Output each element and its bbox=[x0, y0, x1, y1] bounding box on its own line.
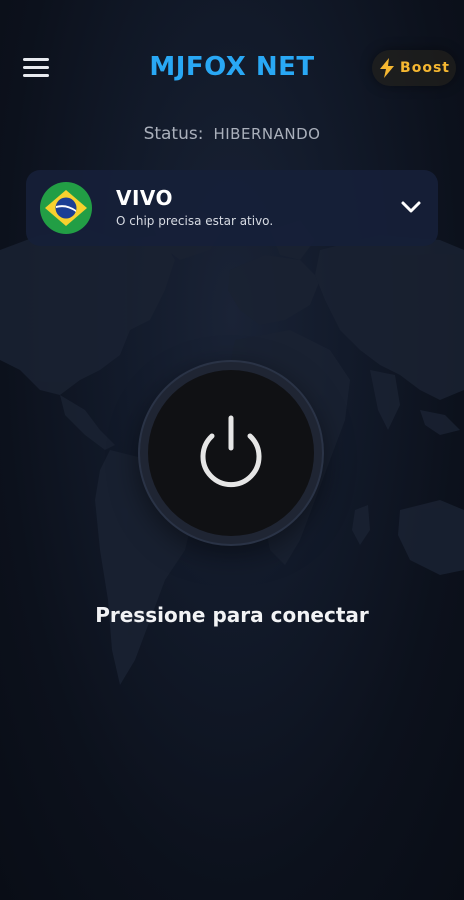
status-row: Status: HIBERNANDO bbox=[0, 124, 464, 144]
server-subtitle: O chip precisa estar ativo. bbox=[116, 214, 274, 228]
app-screen: MJFOX NET Boost Status: HIBERNANDO VIVO O… bbox=[0, 0, 464, 900]
top-bar: MJFOX NET Boost bbox=[0, 0, 464, 110]
hamburger-menu-icon[interactable] bbox=[18, 52, 56, 84]
connect-prompt: Pressione para conectar bbox=[95, 603, 369, 627]
connect-power-button[interactable] bbox=[140, 362, 322, 544]
power-button-face bbox=[148, 370, 314, 536]
brazil-flag-icon bbox=[40, 182, 92, 234]
server-selector[interactable]: VIVO O chip precisa estar ativo. bbox=[26, 170, 438, 246]
status-value: HIBERNANDO bbox=[213, 125, 321, 143]
power-icon bbox=[200, 415, 262, 487]
boost-label: Boost bbox=[400, 60, 450, 76]
lightning-bolt-icon bbox=[380, 58, 395, 78]
status-label: Status: bbox=[143, 124, 204, 144]
chevron-down-icon[interactable] bbox=[398, 194, 424, 220]
app-title: MJFOX NET bbox=[149, 52, 315, 82]
boost-button[interactable]: Boost bbox=[372, 50, 456, 86]
server-name: VIVO bbox=[116, 186, 174, 210]
